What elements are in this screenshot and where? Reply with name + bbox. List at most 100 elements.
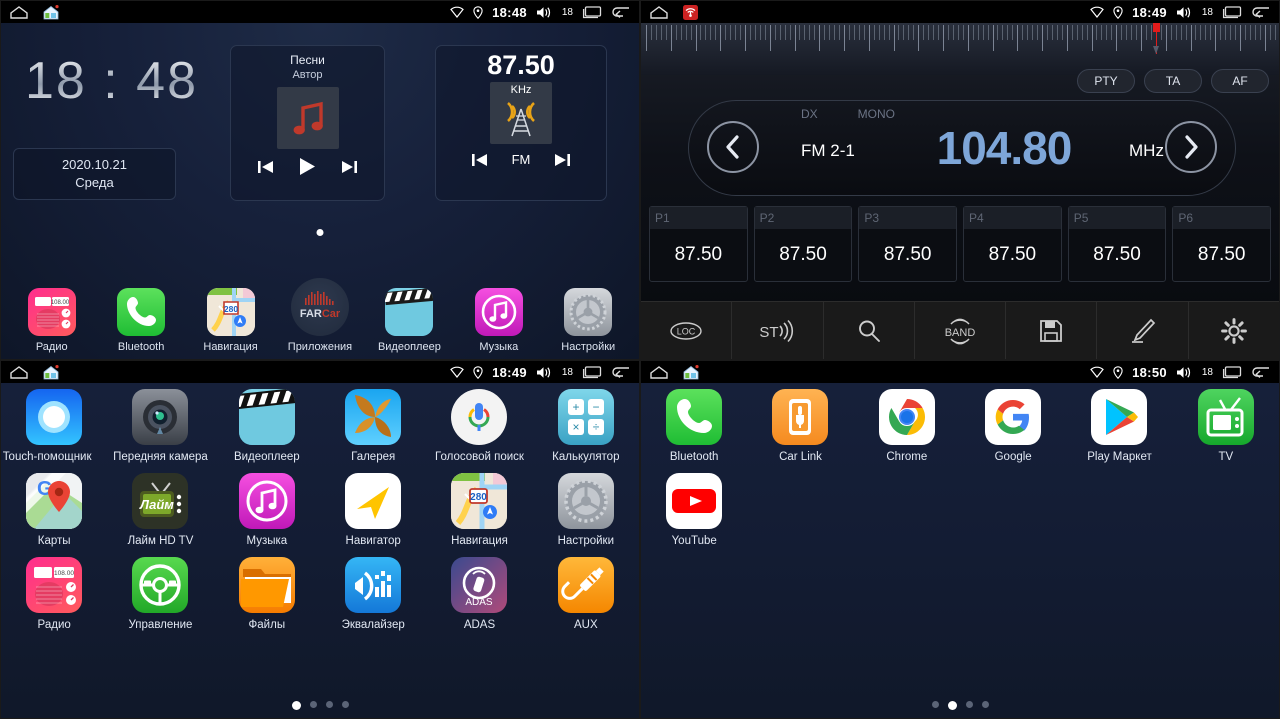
home-icon[interactable] bbox=[9, 365, 29, 379]
music-next-button[interactable] bbox=[341, 160, 358, 174]
dx-label[interactable]: DX bbox=[801, 107, 818, 121]
back-icon[interactable] bbox=[611, 6, 631, 19]
app-item-video[interactable]: Видеоплеер bbox=[214, 385, 320, 463]
loc-button[interactable]: LOC bbox=[641, 302, 733, 359]
music-artist: Автор bbox=[292, 69, 323, 81]
radio-prev-button[interactable] bbox=[471, 153, 488, 167]
dial-tick bbox=[1086, 25, 1088, 40]
apps-house-icon[interactable] bbox=[43, 4, 59, 20]
app-item-calculator[interactable]: + − × ÷ Калькулятор bbox=[533, 385, 639, 463]
app-item-play-market[interactable]: Play Маркет bbox=[1066, 385, 1172, 463]
page-dot[interactable] bbox=[341, 701, 349, 708]
band-button[interactable]: BAND bbox=[915, 302, 1007, 359]
app-item-adas[interactable]: ADAS ADAS bbox=[426, 553, 532, 631]
dial-tick bbox=[789, 25, 791, 40]
edit-icon[interactable] bbox=[1097, 302, 1189, 359]
pty-button[interactable]: PTY bbox=[1077, 69, 1135, 93]
dock-item-settings[interactable]: Настройки bbox=[549, 288, 627, 353]
app-item-navigator[interactable]: Навигатор bbox=[320, 469, 426, 547]
page-dot[interactable] bbox=[309, 701, 317, 708]
app-item-equalizer[interactable]: Эквалайзер bbox=[320, 553, 426, 631]
back-icon[interactable] bbox=[1251, 6, 1271, 19]
app-item-youtube[interactable]: YouTube bbox=[641, 469, 747, 547]
app-item-lime-tv[interactable]: Лайм Лайм HD TV bbox=[107, 469, 213, 547]
app-item-touch-assistant[interactable]: Touch-помощник bbox=[1, 385, 107, 463]
app-item-google[interactable]: Google bbox=[960, 385, 1066, 463]
preset-button[interactable]: P3 87.50 bbox=[858, 206, 958, 282]
app-label: Car Link bbox=[779, 451, 822, 463]
dial-tick bbox=[1002, 25, 1004, 40]
music-play-button[interactable] bbox=[298, 157, 317, 176]
search-icon[interactable] bbox=[824, 302, 915, 359]
dock-item-video[interactable]: Видеоплеер bbox=[370, 288, 448, 353]
recents-icon[interactable] bbox=[1222, 365, 1242, 379]
clock-widget[interactable]: 18 : 48 bbox=[25, 51, 198, 111]
recents-icon[interactable] bbox=[582, 365, 602, 379]
save-icon[interactable] bbox=[1006, 302, 1098, 359]
app-item-camera[interactable]: Передняя камера bbox=[107, 385, 213, 463]
date-widget[interactable]: 2020.10.21 Среда bbox=[13, 148, 176, 200]
app-item-steering-control[interactable]: Управление bbox=[107, 553, 213, 631]
dock-item-radio[interactable]: 108.00 Радио bbox=[13, 288, 91, 353]
mono-label[interactable]: MONO bbox=[858, 107, 895, 121]
dock-item-apps[interactable]: FARCar Приложения bbox=[281, 278, 359, 353]
home-icon[interactable] bbox=[649, 5, 669, 19]
preset-button[interactable]: P6 87.50 bbox=[1172, 206, 1272, 282]
app-item-bluetooth[interactable]: Bluetooth bbox=[641, 385, 747, 463]
apps-house-icon[interactable] bbox=[43, 364, 59, 380]
dial-tick bbox=[938, 25, 940, 40]
tuner-needle[interactable] bbox=[1153, 23, 1160, 54]
touch-assistant-icon bbox=[26, 389, 83, 445]
preset-button[interactable]: P5 87.50 bbox=[1067, 206, 1167, 282]
dial-tick bbox=[952, 25, 954, 40]
home-icon[interactable] bbox=[9, 5, 29, 19]
app-item-music[interactable]: Музыка bbox=[214, 469, 320, 547]
preset-slot: P4 bbox=[964, 207, 1061, 229]
dock-item-navigation[interactable]: 280 Навигация bbox=[192, 288, 270, 353]
music-widget[interactable]: Песни Автор bbox=[230, 45, 385, 201]
radio-widget[interactable]: 87.50 KHz FM bbox=[435, 45, 607, 201]
page-dot[interactable] bbox=[965, 701, 973, 708]
page-dot-active[interactable] bbox=[947, 701, 957, 710]
app-item-gallery[interactable]: Галерея bbox=[320, 385, 426, 463]
page-dot-active[interactable] bbox=[291, 701, 301, 710]
back-icon[interactable] bbox=[611, 366, 631, 379]
app-item-chrome[interactable]: Chrome bbox=[854, 385, 960, 463]
preset-button[interactable]: P4 87.50 bbox=[963, 206, 1062, 282]
preset-button[interactable]: P1 87.50 bbox=[649, 206, 748, 282]
home-icon[interactable] bbox=[649, 365, 669, 379]
radio-next-button[interactable] bbox=[554, 153, 571, 167]
tuner-dial-strip[interactable] bbox=[641, 23, 1279, 75]
app-item-voice-search[interactable]: Голосовой поиск bbox=[426, 385, 532, 463]
voice-search-icon bbox=[451, 389, 508, 445]
app-item-radio[interactable]: 108.00 Радио bbox=[1, 553, 107, 631]
tune-up-button[interactable] bbox=[1165, 121, 1217, 173]
apps-house-icon[interactable] bbox=[683, 364, 699, 380]
music-controls bbox=[257, 157, 358, 176]
preset-button[interactable]: P2 87.50 bbox=[753, 206, 853, 282]
radio-app-icon[interactable] bbox=[683, 4, 698, 20]
dial-tick bbox=[839, 25, 841, 40]
page-dot[interactable] bbox=[325, 701, 333, 708]
app-item-settings[interactable]: Настройки bbox=[533, 469, 639, 547]
dock-item-bluetooth[interactable]: Bluetooth bbox=[102, 288, 180, 353]
dial-tick bbox=[992, 25, 994, 51]
stereo-button[interactable]: ST bbox=[732, 302, 824, 359]
app-item-aux[interactable]: AUX bbox=[533, 553, 639, 631]
dock-item-music[interactable]: Музыка bbox=[460, 288, 538, 353]
app-item-files[interactable]: Файлы bbox=[214, 553, 320, 631]
app-item-car-link[interactable]: Car Link bbox=[747, 385, 853, 463]
recents-icon[interactable] bbox=[582, 5, 602, 19]
af-button[interactable]: AF bbox=[1211, 69, 1269, 93]
music-prev-button[interactable] bbox=[257, 160, 274, 174]
ta-button[interactable]: TA bbox=[1144, 69, 1202, 93]
page-dot[interactable] bbox=[931, 701, 939, 708]
tune-down-button[interactable] bbox=[707, 121, 759, 173]
app-item-tv[interactable]: TV bbox=[1173, 385, 1279, 463]
recents-icon[interactable] bbox=[1222, 5, 1242, 19]
page-dot[interactable] bbox=[981, 701, 989, 708]
gear-icon[interactable] bbox=[1189, 302, 1279, 359]
app-item-navigation[interactable]: 280 Навигация bbox=[426, 469, 532, 547]
back-icon[interactable] bbox=[1251, 366, 1271, 379]
app-item-google-maps[interactable]: G Карты bbox=[1, 469, 107, 547]
